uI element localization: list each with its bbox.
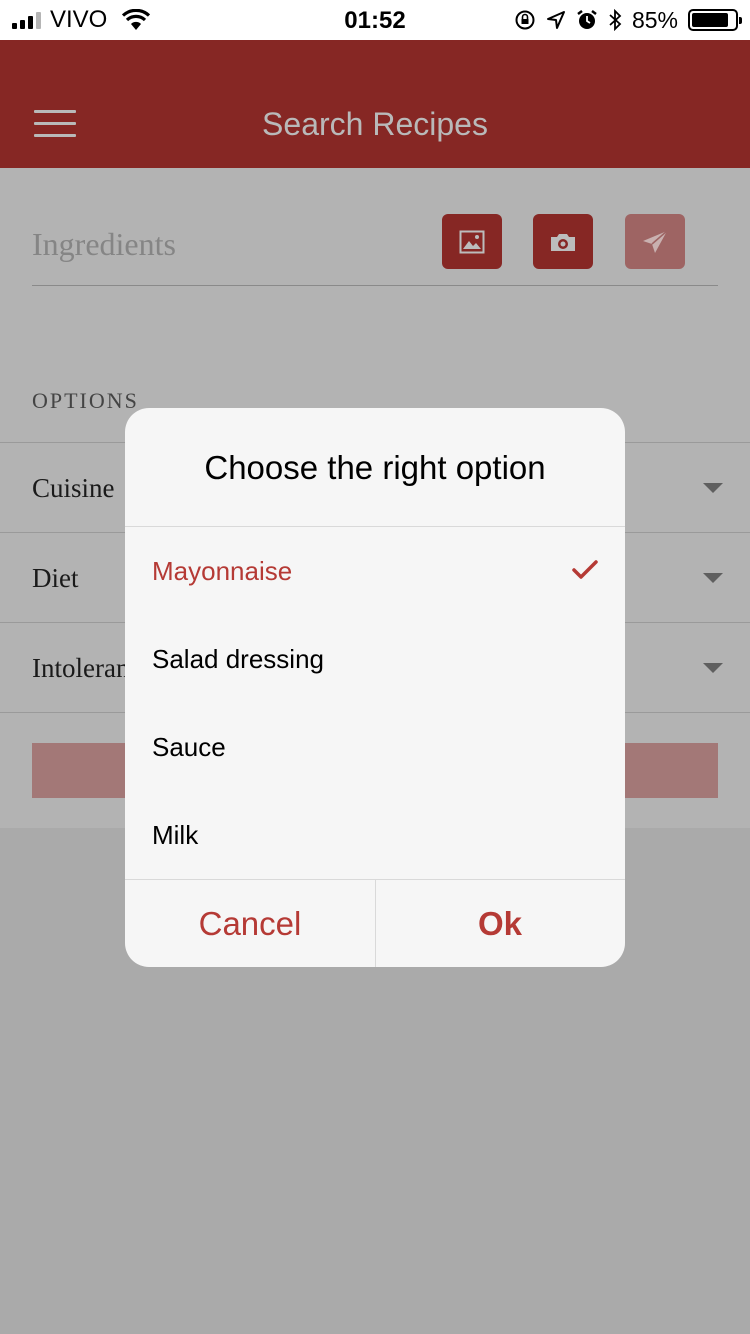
send-button[interactable] [625, 214, 685, 269]
ingredients-input[interactable] [32, 222, 412, 266]
image-icon [459, 230, 485, 253]
option-picker-dialog: Choose the right option Mayonnaise Salad… [125, 408, 625, 967]
dropdown-arrow-icon [703, 573, 723, 583]
camera-button[interactable] [533, 214, 593, 269]
send-icon [643, 229, 668, 253]
ok-button[interactable]: Ok [375, 880, 625, 967]
dialog-option-label: Milk [152, 820, 199, 850]
image-upload-button[interactable] [442, 214, 502, 269]
status-bar: VIVO 01:52 85% [0, 0, 750, 40]
rotation-lock-icon [515, 10, 535, 30]
option-label: Diet [32, 563, 79, 593]
camera-icon [551, 233, 575, 251]
alarm-icon [577, 10, 597, 29]
option-label: Cuisine [32, 473, 115, 503]
dialog-title: Choose the right option [204, 449, 546, 486]
input-underline [32, 285, 718, 286]
dropdown-arrow-icon [703, 483, 723, 493]
dropdown-arrow-icon [703, 663, 723, 673]
cancel-button[interactable]: Cancel [125, 880, 375, 967]
option-label: Intoleran [32, 653, 130, 683]
options-heading: OPTIONS [32, 388, 139, 413]
dialog-option-label: Mayonnaise [152, 556, 293, 586]
dialog-option-milk[interactable]: Milk [125, 792, 625, 880]
battery-icon [688, 9, 742, 31]
divider [125, 526, 625, 527]
dialog-option-label: Salad dressing [152, 644, 324, 674]
dialog-option-salad-dressing[interactable]: Salad dressing [125, 616, 625, 704]
checkmark-icon [572, 560, 598, 579]
bluetooth-icon [609, 9, 622, 31]
location-icon [546, 11, 565, 29]
dialog-option-label: Sauce [152, 732, 226, 762]
dialog-option-sauce[interactable]: Sauce [125, 704, 625, 792]
page-title: Search Recipes [262, 106, 488, 142]
battery-percent: 85% [631, 6, 678, 33]
dialog-option-mayonnaise[interactable]: Mayonnaise [125, 528, 625, 616]
